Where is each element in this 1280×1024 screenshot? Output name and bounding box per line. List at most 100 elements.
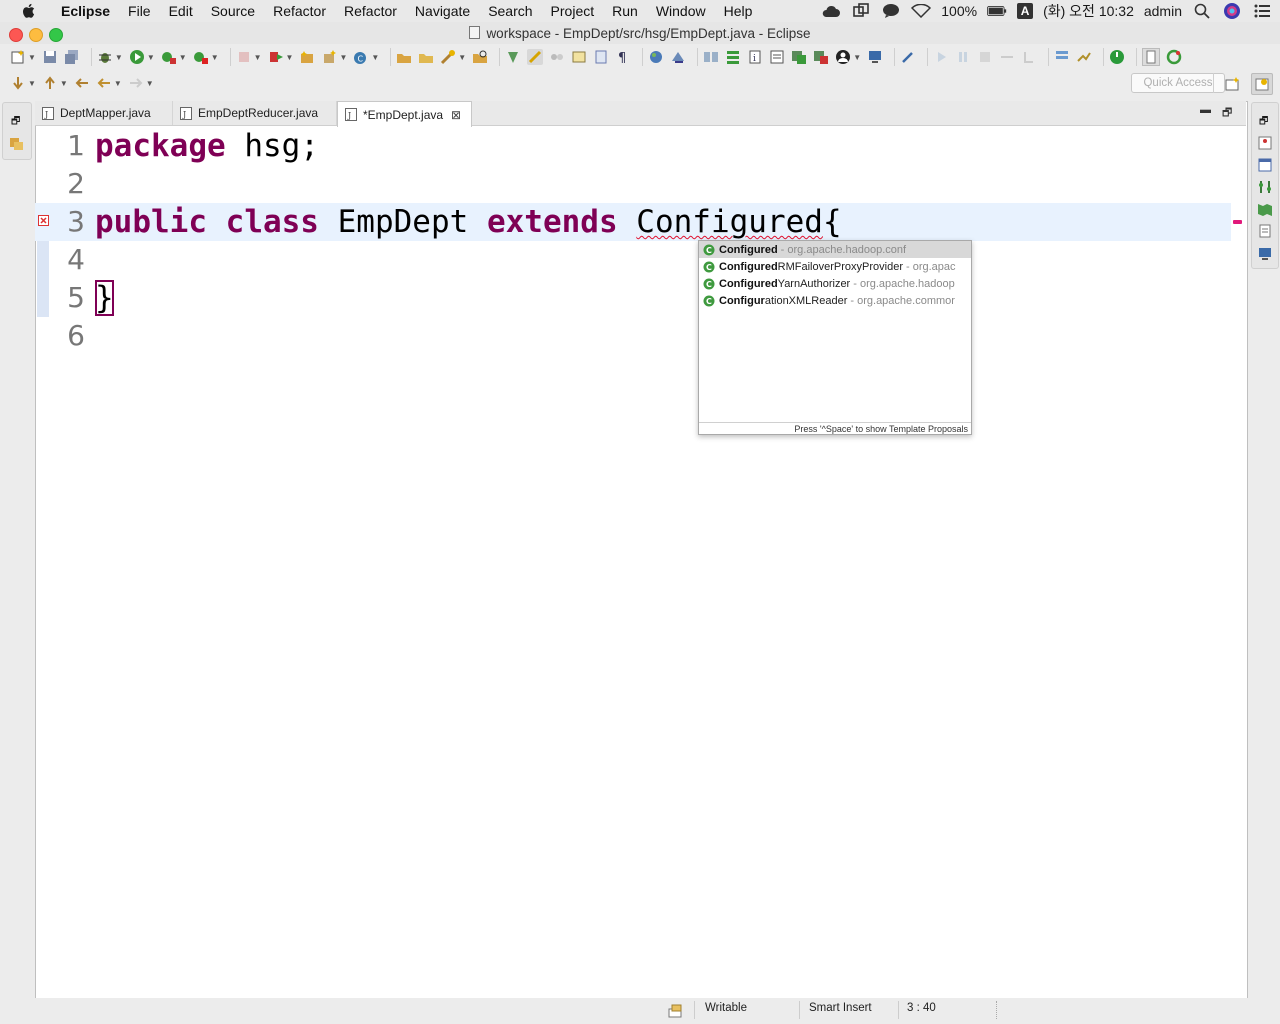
team-sync-icon[interactable] xyxy=(670,49,686,65)
apple-icon[interactable] xyxy=(20,2,38,20)
menu-run[interactable]: Run xyxy=(603,3,647,19)
run-icon[interactable] xyxy=(129,49,145,65)
code-line[interactable]: 1 package hsg; xyxy=(35,127,1231,165)
menu-navigate[interactable]: Navigate xyxy=(406,3,479,19)
menu-app-name[interactable]: Eclipse xyxy=(52,3,119,19)
open-type-icon[interactable] xyxy=(396,49,412,65)
tab-empdeptreducer[interactable]: J EmpDeptReducer.java xyxy=(173,101,337,125)
assist-proposal[interactable]: C Configur ationXMLReader - org.apache.comm… xyxy=(699,292,971,309)
monitor-icon[interactable] xyxy=(867,49,883,65)
java-project-icon[interactable] xyxy=(299,49,315,65)
last-edit-location-icon[interactable] xyxy=(74,75,90,91)
console-icon[interactable] xyxy=(791,49,807,65)
chevron-down-icon[interactable]: ▼ xyxy=(28,79,36,88)
new-icon[interactable] xyxy=(10,49,26,65)
code-line[interactable]: 5} xyxy=(35,279,1231,317)
restore-icon[interactable]: 🗗 xyxy=(1259,114,1268,131)
power-icon[interactable] xyxy=(1109,49,1125,65)
save-icon[interactable] xyxy=(42,49,58,65)
document-view-icon[interactable] xyxy=(1257,223,1273,239)
chevron-down-icon[interactable]: ▼ xyxy=(286,53,294,62)
code-line[interactable]: 6 xyxy=(35,317,1231,355)
battery-icon[interactable] xyxy=(987,3,1007,19)
outline-view-icon[interactable] xyxy=(1257,157,1273,173)
menu-window[interactable]: Window xyxy=(647,3,715,19)
outline-icon[interactable] xyxy=(703,49,719,65)
chevron-down-icon[interactable]: ▼ xyxy=(458,53,466,62)
javadoc-icon[interactable]: i xyxy=(747,49,763,65)
error-icon[interactable] xyxy=(38,215,49,226)
assist-proposal[interactable]: C Configured YarnAuthorizer - org.apache.ha… xyxy=(699,275,971,292)
tab-deptmapper[interactable]: J DeptMapper.java xyxy=(35,101,173,125)
close-icon[interactable]: ⊠ xyxy=(451,108,461,122)
open-resource-icon[interactable] xyxy=(472,49,488,65)
chevron-down-icon[interactable]: ▼ xyxy=(114,79,122,88)
insert-mode-status[interactable]: Smart Insert xyxy=(809,1002,872,1014)
build-icon[interactable] xyxy=(1076,49,1092,65)
menu-refactor-2[interactable]: Refactor xyxy=(335,3,406,19)
assist-proposal[interactable]: C Configured - org.apache.hadoop.conf xyxy=(699,241,971,258)
package-explorer-icon[interactable] xyxy=(9,135,25,151)
declaration-icon[interactable] xyxy=(769,49,785,65)
tab-empdept[interactable]: J *EmpDept.java ⊠ xyxy=(337,101,473,127)
person-icon[interactable] xyxy=(835,49,851,65)
toggle-mark-occurrences-icon[interactable] xyxy=(505,49,521,65)
back-icon[interactable] xyxy=(96,75,112,91)
chevron-down-icon[interactable]: ▼ xyxy=(371,53,379,62)
open-perspective-icon[interactable] xyxy=(1225,76,1241,92)
new-class-icon[interactable]: C xyxy=(353,49,369,65)
hierarchy-icon[interactable] xyxy=(725,49,741,65)
open-task-icon[interactable] xyxy=(418,49,434,65)
menu-search[interactable]: Search xyxy=(479,3,541,19)
quick-access-input[interactable]: Quick Access xyxy=(1131,73,1225,93)
task-list-icon[interactable] xyxy=(1257,135,1273,151)
type-hierarchy-icon[interactable] xyxy=(1257,179,1273,195)
new-package-icon[interactable] xyxy=(321,49,337,65)
code-line[interactable]: 3 public class EmpDept extends Configured… xyxy=(35,203,1231,241)
chevron-down-icon[interactable]: ▼ xyxy=(339,53,347,62)
cloud-icon[interactable] xyxy=(821,3,841,19)
chevron-down-icon[interactable]: ▼ xyxy=(147,53,155,62)
launch-icon[interactable] xyxy=(268,49,284,65)
debug-icon[interactable] xyxy=(97,49,113,65)
chevron-down-icon[interactable]: ▼ xyxy=(28,53,36,62)
coverage-icon[interactable] xyxy=(161,49,177,65)
globe-icon[interactable] xyxy=(648,49,664,65)
highlight-icon[interactable] xyxy=(527,49,544,65)
screen-share-icon[interactable] xyxy=(851,3,871,19)
chevron-down-icon[interactable]: ▼ xyxy=(115,53,123,62)
page-icon[interactable] xyxy=(1142,48,1161,66)
problems-icon[interactable] xyxy=(813,49,829,65)
siri-icon[interactable] xyxy=(1222,3,1242,19)
wifi-icon[interactable] xyxy=(911,3,932,19)
previous-annotation-icon[interactable] xyxy=(42,75,58,91)
next-annotation-icon[interactable] xyxy=(10,75,26,91)
chevron-down-icon[interactable]: ▼ xyxy=(60,79,68,88)
map-icon[interactable] xyxy=(1257,201,1273,217)
show-whitespace-icon[interactable] xyxy=(593,49,609,65)
spotlight-search-icon[interactable] xyxy=(1192,3,1212,19)
chevron-down-icon[interactable]: ▼ xyxy=(211,53,219,62)
cursor-position[interactable]: 3 : 40 xyxy=(907,1002,936,1014)
refresh-icon[interactable] xyxy=(1166,49,1182,65)
clock[interactable]: (화) 오전 10:32 xyxy=(1043,1,1134,21)
menu-project[interactable]: Project xyxy=(542,3,604,19)
search-tool-icon[interactable] xyxy=(440,49,456,65)
block-selection-icon[interactable] xyxy=(571,49,587,65)
chevron-down-icon[interactable]: ▼ xyxy=(853,53,861,62)
menu-file[interactable]: File xyxy=(119,3,160,19)
chat-bubble-icon[interactable] xyxy=(881,3,901,19)
overview-ruler-error-marker[interactable] xyxy=(1233,220,1242,224)
code-line[interactable]: 2 xyxy=(35,165,1231,203)
minimize-view-icon[interactable]: ▬ xyxy=(1200,104,1211,116)
menu-source[interactable]: Source xyxy=(202,3,264,19)
input-source-icon[interactable]: A xyxy=(1017,3,1034,19)
code-line[interactable]: 4 xyxy=(35,241,1231,279)
menu-refactor[interactable]: Refactor xyxy=(264,3,335,19)
console-view-icon[interactable] xyxy=(1257,245,1273,261)
menu-edit[interactable]: Edit xyxy=(160,3,202,19)
java-perspective-icon[interactable] xyxy=(1251,73,1273,95)
pilcrow-icon[interactable]: ¶ xyxy=(615,49,631,65)
external-tools-icon[interactable] xyxy=(193,49,209,65)
restore-icon[interactable]: 🗗 xyxy=(11,114,20,131)
